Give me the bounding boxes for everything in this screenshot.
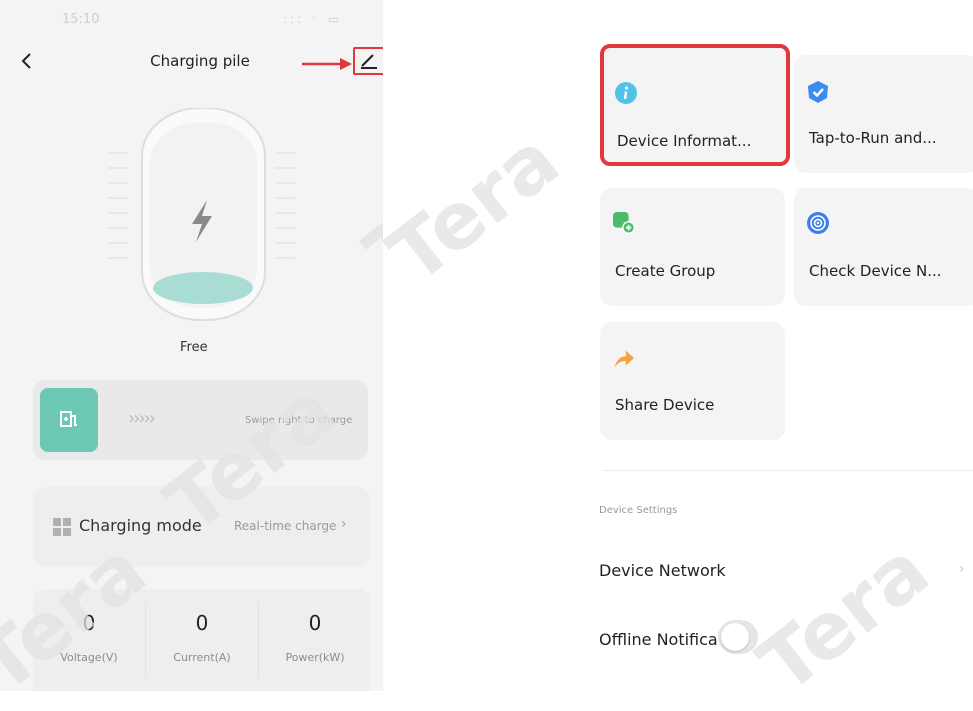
swipe-chevrons-icon: ››››› bbox=[128, 408, 156, 429]
metric-label: Voltage(V) bbox=[60, 651, 118, 664]
metric-voltage: 0 Voltage(V) bbox=[33, 589, 145, 691]
tile-label: Tap-to-Run and... bbox=[809, 129, 937, 147]
charging-pile-screen: 15:10 ::: ◦ ▭ Charging pile Free ››››› S… bbox=[0, 0, 383, 691]
toggle-knob bbox=[721, 623, 749, 651]
ev-charger-icon bbox=[60, 411, 77, 427]
metric-value: 0 bbox=[195, 611, 209, 635]
metric-label: Power(kW) bbox=[285, 651, 345, 664]
swipe-handle[interactable] bbox=[40, 388, 98, 452]
share-arrow-icon bbox=[614, 350, 635, 368]
check-shield-icon bbox=[808, 81, 828, 103]
tile-check-device-network[interactable]: Check Device N... bbox=[794, 188, 973, 306]
metric-current: 0 Current(A) bbox=[146, 589, 258, 691]
charger-status: Free bbox=[180, 340, 208, 355]
device-settings-screen: Device Informat... Tap-to-Run and... Cre… bbox=[373, 0, 973, 711]
tile-tap-to-run[interactable]: Tap-to-Run and... bbox=[794, 55, 973, 173]
charging-mode-label: Charging mode bbox=[79, 516, 202, 535]
chevron-right-icon: › bbox=[341, 516, 347, 532]
tile-share-device[interactable]: Share Device bbox=[600, 322, 785, 440]
tile-create-group[interactable]: Create Group bbox=[600, 188, 785, 306]
add-group-icon bbox=[613, 212, 635, 234]
metric-value: 0 bbox=[308, 611, 322, 635]
metric-label: Current(A) bbox=[173, 651, 231, 664]
info-icon bbox=[615, 82, 637, 104]
edit-button[interactable] bbox=[353, 47, 383, 75]
pencil-icon bbox=[361, 54, 377, 69]
status-indicators: ::: ◦ ▭ bbox=[283, 12, 343, 26]
annotation-arrow-icon bbox=[302, 58, 352, 70]
watermark: Tera bbox=[350, 114, 383, 301]
tile-label: Device Informat... bbox=[617, 132, 752, 150]
swipe-to-charge[interactable]: ››››› Swipe right to charge bbox=[33, 380, 368, 460]
tile-label: Check Device N... bbox=[809, 262, 942, 280]
charging-mode-row[interactable]: Charging mode Real-time charge › bbox=[33, 487, 370, 567]
status-bar: 15:10 ::: ◦ ▭ bbox=[0, 0, 383, 40]
metrics-panel: 0 Voltage(V) 0 Current(A) 0 Power(kW) bbox=[33, 589, 370, 691]
grid-icon bbox=[53, 518, 71, 536]
tile-device-information[interactable]: Device Informat... bbox=[600, 44, 790, 166]
setting-label: Device Network bbox=[599, 561, 726, 580]
chevron-right-icon: › bbox=[959, 561, 965, 577]
metric-value: 0 bbox=[82, 611, 96, 635]
setting-device-network[interactable]: Device Network › bbox=[599, 553, 969, 593]
metric-power: 0 Power(kW) bbox=[259, 589, 371, 691]
status-time: 15:10 bbox=[62, 12, 100, 27]
swipe-hint: Swipe right to charge bbox=[245, 415, 353, 426]
tile-label: Create Group bbox=[615, 262, 716, 280]
tile-label: Share Device bbox=[615, 396, 715, 414]
charger-gauge bbox=[108, 108, 295, 321]
section-divider bbox=[602, 470, 973, 471]
network-check-icon bbox=[807, 212, 829, 234]
section-title-device-settings: Device Settings bbox=[599, 505, 678, 516]
setting-offline-notification: Offline Notification bbox=[599, 622, 969, 662]
charging-mode-value: Real-time charge bbox=[234, 519, 337, 533]
watermark: Tera bbox=[373, 114, 576, 301]
offline-notification-toggle[interactable] bbox=[718, 620, 758, 654]
